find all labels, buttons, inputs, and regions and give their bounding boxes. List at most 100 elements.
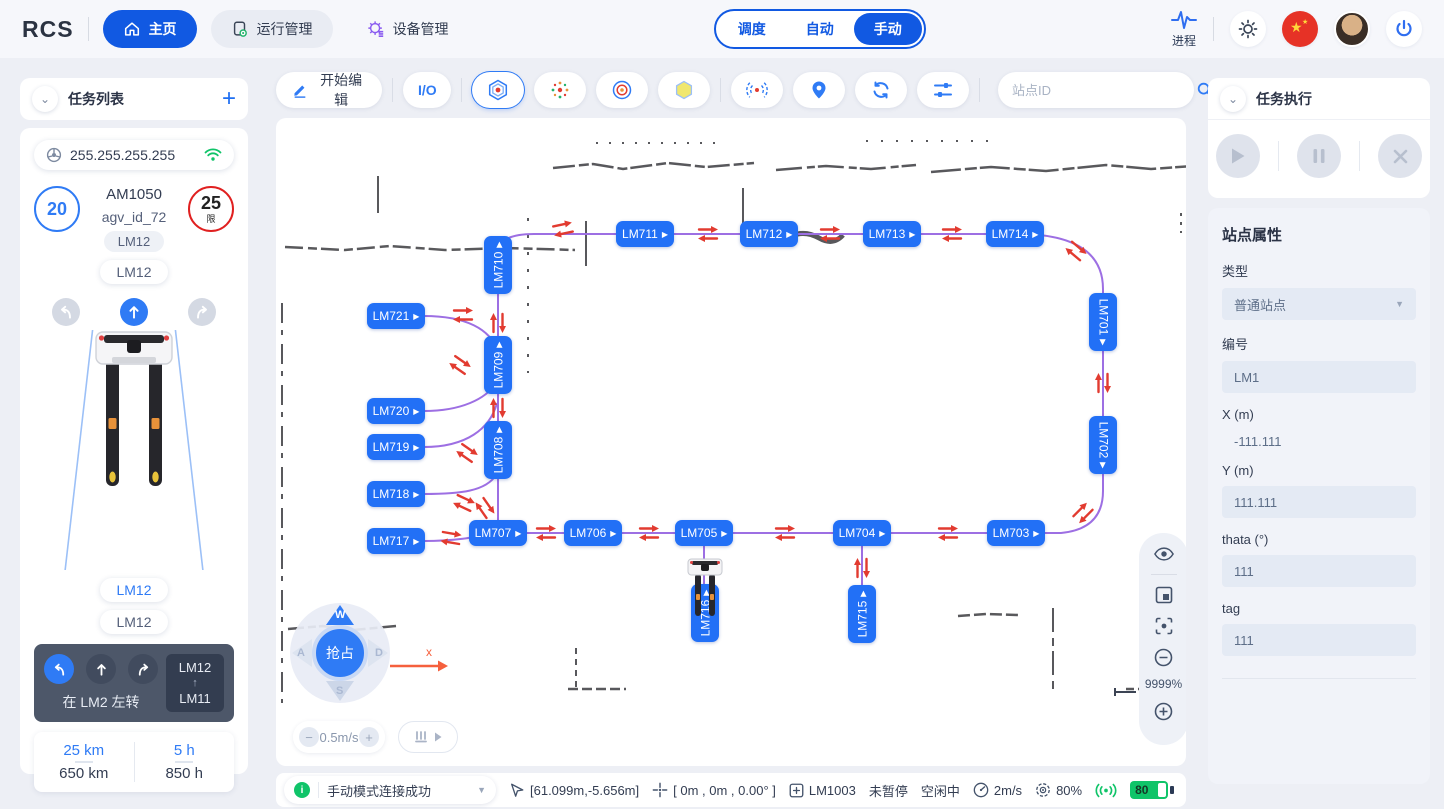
map-view-tools: 9999% bbox=[1139, 533, 1186, 745]
turn-right-icon[interactable] bbox=[128, 654, 158, 684]
station-node[interactable]: LM701▶ bbox=[1089, 293, 1117, 351]
point-cloud-button[interactable] bbox=[534, 72, 586, 108]
route-from: LM12 bbox=[179, 660, 212, 675]
cursor-icon bbox=[509, 782, 525, 798]
station-node[interactable]: LM710▶ bbox=[484, 236, 512, 294]
nav-devices-label: 设备管理 bbox=[393, 19, 449, 39]
station-code-input[interactable]: LM1 bbox=[1222, 361, 1416, 393]
sliders-icon bbox=[933, 81, 953, 99]
station-node[interactable]: LM714▶ bbox=[986, 221, 1044, 247]
station-direction-icon: ▶ bbox=[662, 230, 668, 239]
target-layer-button[interactable] bbox=[596, 72, 648, 108]
station-node[interactable]: LM711▶ bbox=[616, 221, 674, 247]
station-node[interactable]: LM706▶ bbox=[564, 520, 622, 546]
station-node[interactable]: LM717▶ bbox=[367, 528, 425, 554]
turn-left-icon[interactable] bbox=[44, 654, 74, 684]
refresh-button[interactable] bbox=[855, 72, 907, 108]
cursor-coordinates: [61.099m,-5.656m] bbox=[509, 782, 639, 798]
map-canvas[interactable]: LM710▶ LM711▶ LM712▶ LM713▶ LM714▶ LM701▶ LM70… bbox=[276, 118, 1186, 766]
fork-control-button[interactable] bbox=[398, 721, 458, 753]
station-direction-icon: ▶ bbox=[494, 342, 503, 348]
station-node[interactable]: LM709▶ bbox=[484, 336, 512, 394]
process-button[interactable]: 进程 bbox=[1171, 9, 1197, 49]
station-direction-icon: ▶ bbox=[494, 427, 503, 433]
nav-operations[interactable]: 运行管理 bbox=[211, 10, 333, 48]
mode-auto[interactable]: 自动 bbox=[786, 13, 854, 45]
pause-state: 未暂停 bbox=[869, 781, 908, 800]
divider bbox=[88, 17, 89, 41]
location-pin-icon bbox=[810, 80, 828, 100]
speed-increase-button[interactable]: + bbox=[359, 727, 379, 747]
zoom-in-button[interactable] bbox=[1153, 700, 1175, 722]
top-nav: RCS 主页 运行管理 设备管理 调度 自动 手动 bbox=[0, 0, 1444, 58]
seize-control-button[interactable]: 抢占 bbox=[312, 625, 368, 681]
center-focus-button[interactable] bbox=[1153, 615, 1175, 637]
sun-icon bbox=[1238, 19, 1258, 39]
station-direction-icon: ▶ bbox=[413, 443, 419, 452]
hours-current: 5 h bbox=[174, 742, 195, 759]
io-button[interactable]: I/O bbox=[403, 72, 451, 108]
station-node[interactable]: LM703▶ bbox=[987, 520, 1045, 546]
nav-devices[interactable]: 设备管理 bbox=[347, 10, 469, 48]
station-node[interactable]: LM715▶ bbox=[848, 585, 876, 643]
nav-operations-label: 运行管理 bbox=[257, 19, 313, 39]
navigation-instruction-card: 在 LM2 左转 LM12 ↑ LM11 bbox=[34, 644, 234, 722]
station-node[interactable]: LM702▶ bbox=[1089, 416, 1117, 474]
station-direction-icon: ▶ bbox=[413, 490, 419, 499]
main-nav: 主页 运行管理 设备管理 bbox=[103, 10, 469, 48]
collapse-chevron-icon[interactable]: ⌄ bbox=[32, 86, 58, 112]
station-direction-icon: ▶ bbox=[494, 242, 503, 248]
pause-task-button[interactable] bbox=[1297, 134, 1341, 178]
station-node[interactable]: LM719▶ bbox=[367, 434, 425, 460]
station-node[interactable]: LM718▶ bbox=[367, 481, 425, 507]
robot-ip-row[interactable]: 255.255.255.255 bbox=[34, 140, 234, 170]
speed-decrease-button[interactable]: − bbox=[299, 727, 319, 747]
nav-home[interactable]: 主页 bbox=[103, 10, 197, 48]
station-search-input[interactable] bbox=[1012, 83, 1188, 98]
zone-layer-button[interactable] bbox=[658, 72, 710, 108]
station-node[interactable]: LM707▶ bbox=[469, 520, 527, 546]
play-task-button[interactable] bbox=[1216, 134, 1260, 178]
connection-status-dropdown[interactable]: i 手动模式连接成功 ▼ bbox=[284, 776, 496, 804]
station-node[interactable]: LM712▶ bbox=[740, 221, 798, 247]
station-node[interactable]: LM704▶ bbox=[833, 520, 891, 546]
go-straight-button[interactable] bbox=[120, 298, 148, 326]
go-straight-icon[interactable] bbox=[86, 654, 116, 684]
station-node[interactable]: LM720▶ bbox=[367, 398, 425, 424]
station-layer-button[interactable] bbox=[472, 72, 524, 108]
language-flag-button[interactable]: ★ ★ bbox=[1282, 11, 1318, 47]
location-pin-button[interactable] bbox=[793, 72, 845, 108]
refresh-icon bbox=[871, 80, 891, 100]
map-robot[interactable] bbox=[687, 558, 723, 634]
info-icon: i bbox=[294, 782, 310, 798]
filter-settings-button[interactable] bbox=[917, 72, 969, 108]
waveform-icon bbox=[1171, 9, 1197, 31]
minimap-button[interactable] bbox=[1153, 584, 1175, 606]
zoom-out-button[interactable] bbox=[1153, 646, 1175, 668]
station-node[interactable]: LM705▶ bbox=[675, 520, 733, 546]
lidar-scan-button[interactable] bbox=[731, 72, 783, 108]
visibility-button[interactable] bbox=[1153, 543, 1175, 565]
turn-right-button[interactable] bbox=[188, 298, 216, 326]
add-task-button[interactable]: + bbox=[222, 87, 236, 111]
user-avatar[interactable] bbox=[1334, 11, 1370, 47]
station-type-select[interactable]: 普通站点 ▼ bbox=[1222, 288, 1416, 320]
monitor-gear-icon bbox=[231, 20, 249, 38]
turn-left-button[interactable] bbox=[52, 298, 80, 326]
station-node[interactable]: LM708▶ bbox=[484, 421, 512, 479]
theme-brightness-button[interactable] bbox=[1230, 11, 1266, 47]
mode-manual[interactable]: 手动 bbox=[854, 13, 922, 45]
power-button[interactable] bbox=[1386, 11, 1422, 47]
route-to: LM11 bbox=[179, 691, 211, 706]
hours-total: 850 h bbox=[165, 765, 203, 782]
mode-dispatch[interactable]: 调度 bbox=[718, 13, 786, 45]
signal-icon bbox=[1095, 783, 1117, 798]
cancel-task-button[interactable] bbox=[1378, 134, 1422, 178]
start-edit-button[interactable]: 开始编辑 bbox=[276, 72, 382, 108]
station-y-input[interactable]: 111.111 bbox=[1222, 486, 1416, 518]
station-tag-input[interactable]: 111 bbox=[1222, 624, 1416, 656]
station-node[interactable]: LM713▶ bbox=[863, 221, 921, 247]
collapse-chevron-icon[interactable]: ⌄ bbox=[1220, 86, 1246, 112]
station-node[interactable]: LM721▶ bbox=[367, 303, 425, 329]
station-theta-input[interactable]: 111 bbox=[1222, 555, 1416, 587]
